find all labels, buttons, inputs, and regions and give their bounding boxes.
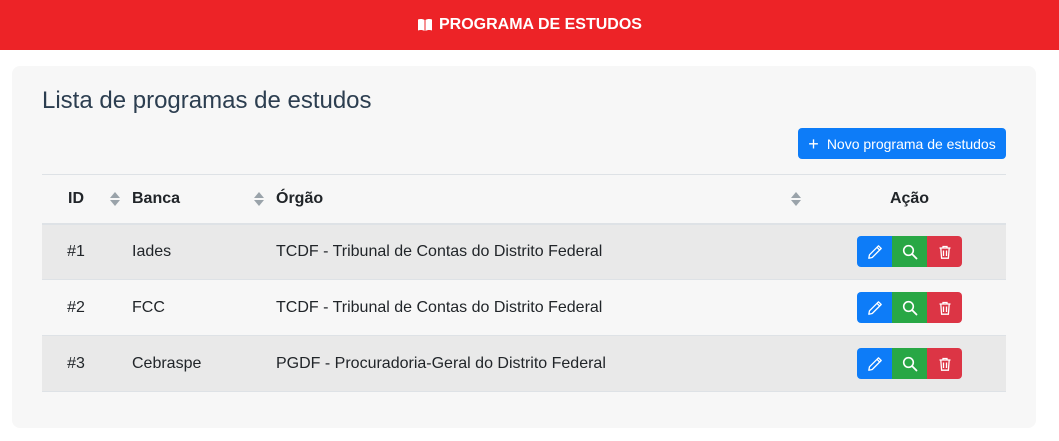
pencil-icon xyxy=(867,300,882,315)
delete-button[interactable] xyxy=(927,236,962,268)
column-header-id[interactable]: ID xyxy=(42,175,132,224)
column-header-acao: Ação xyxy=(889,189,930,207)
view-button[interactable] xyxy=(892,292,927,323)
edit-button[interactable] xyxy=(857,236,892,268)
table-row: #2 FCC TCDF - Tribunal de Contas do Dist… xyxy=(42,280,1006,336)
view-button[interactable] xyxy=(892,348,927,379)
table-row: #1 Iades TCDF - Tribunal de Contas do Di… xyxy=(42,223,1006,280)
search-icon xyxy=(902,300,917,315)
cell-actions xyxy=(813,336,1006,392)
search-icon xyxy=(902,356,917,371)
app-header: PROGRAMA DE ESTUDOS xyxy=(0,0,1059,50)
delete-button[interactable] xyxy=(927,348,962,379)
pencil-icon xyxy=(867,244,882,259)
cell-banca: FCC xyxy=(132,298,165,316)
table-header-row: ID Banca Órgão Ação xyxy=(42,174,1006,224)
sort-icon xyxy=(254,191,264,206)
new-program-label: Novo programa de estudos xyxy=(826,135,996,152)
cell-id: #1 xyxy=(67,242,85,260)
column-header-banca[interactable]: Banca xyxy=(132,175,276,224)
edit-button[interactable] xyxy=(857,348,892,379)
trash-icon xyxy=(939,357,950,371)
edit-button[interactable] xyxy=(857,292,892,323)
app-title: PROGRAMA DE ESTUDOS xyxy=(439,16,642,33)
cell-id: #2 xyxy=(67,298,85,316)
delete-button[interactable] xyxy=(927,292,962,323)
table-row: #3 Cebraspe PGDF - Procuradoria-Geral do… xyxy=(42,335,1006,392)
cell-banca: Iades xyxy=(132,242,172,260)
cell-orgao: TCDF - Tribunal de Contas do Distrito Fe… xyxy=(276,242,603,260)
view-button[interactable] xyxy=(892,236,927,268)
cell-actions xyxy=(813,280,1006,336)
book-icon xyxy=(417,18,433,32)
cell-actions xyxy=(813,224,1006,280)
trash-icon xyxy=(939,301,950,315)
cell-id: #3 xyxy=(67,354,85,372)
cell-banca: Cebraspe xyxy=(132,354,202,372)
plus-icon: + xyxy=(808,133,819,154)
cell-orgao: PGDF - Procuradoria-Geral do Distrito Fe… xyxy=(276,354,606,372)
cell-orgao: TCDF - Tribunal de Contas do Distrito Fe… xyxy=(276,298,603,316)
page-title: Lista de programas de estudos xyxy=(42,87,372,114)
trash-icon xyxy=(939,245,950,259)
search-icon xyxy=(902,244,917,260)
sort-icon xyxy=(110,191,120,206)
programs-card: Lista de programas de estudos + Novo pro… xyxy=(12,66,1036,428)
new-program-button[interactable]: + Novo programa de estudos xyxy=(798,128,1006,159)
pencil-icon xyxy=(867,356,882,371)
programs-table: ID Banca Órgão Ação #1 Iades TCDF - Trib… xyxy=(42,174,1006,392)
sort-icon xyxy=(791,191,801,206)
column-header-orgao[interactable]: Órgão xyxy=(276,175,813,224)
